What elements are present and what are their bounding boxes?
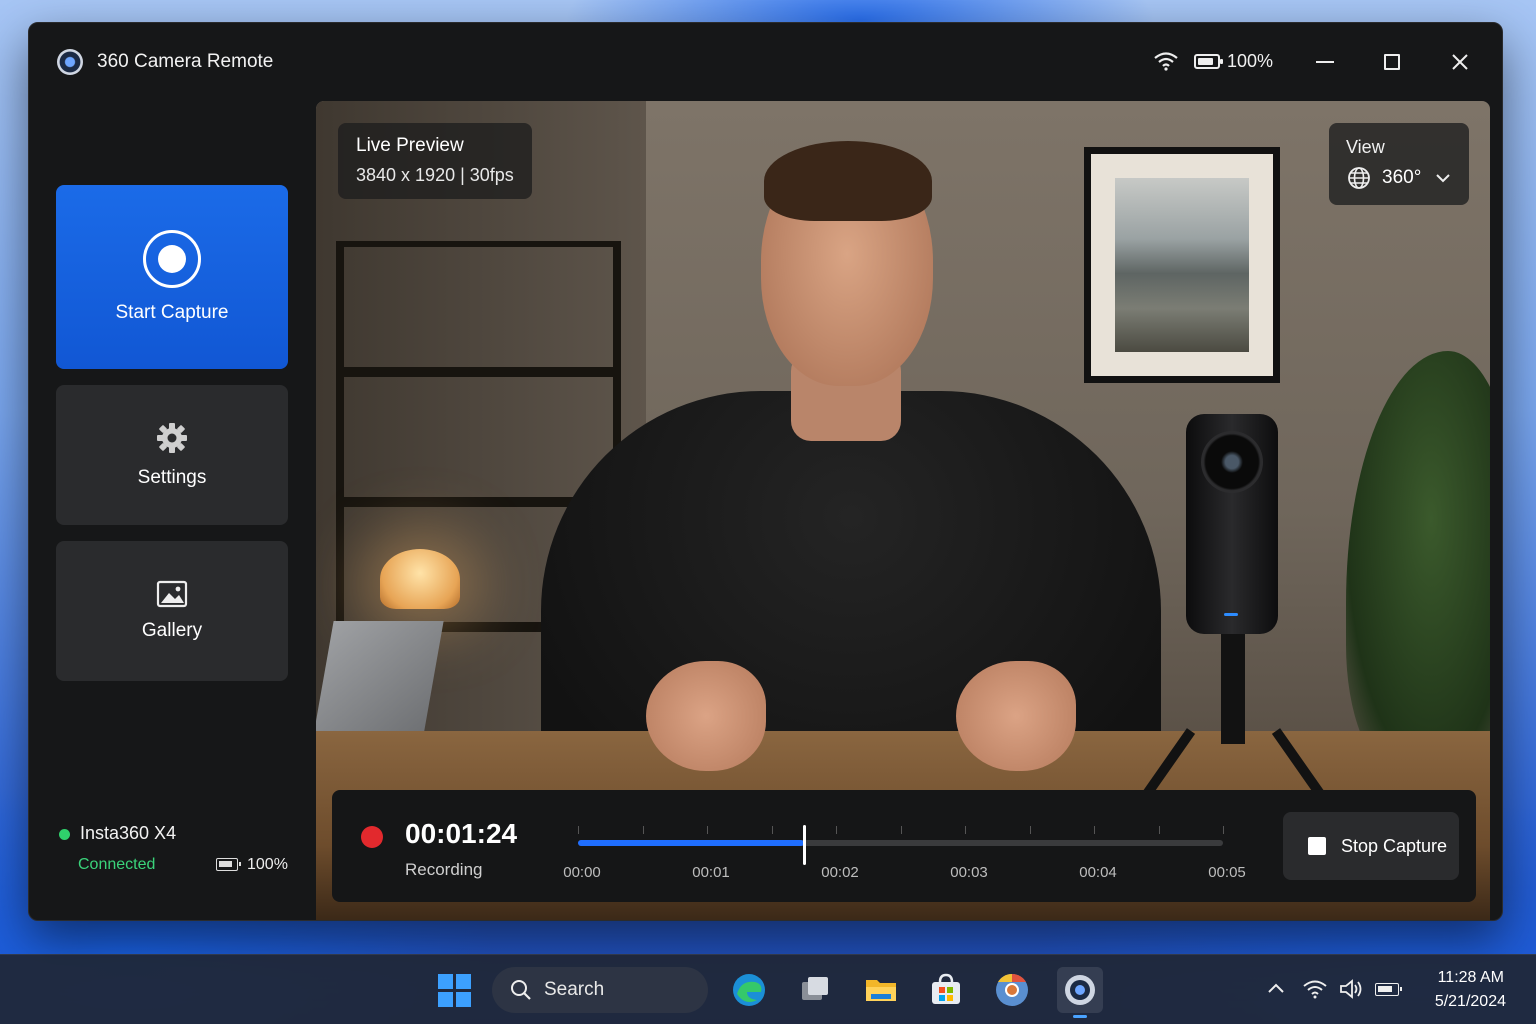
close-icon <box>1452 54 1468 70</box>
clock-time[interactable]: 11:28 AM <box>1432 969 1504 987</box>
gallery-label: Gallery <box>141 620 203 641</box>
plant-image <box>1346 351 1490 771</box>
device-battery-icon <box>216 858 241 871</box>
timeline-tick <box>578 826 579 834</box>
timeline-tick-label: 00:00 <box>563 864 601 881</box>
device-name: Insta360 X4 <box>80 823 177 843</box>
recording-status: Recording <box>405 860 483 879</box>
edge-browser-button[interactable] <box>726 967 772 1013</box>
folder-icon <box>866 980 896 1001</box>
title-bar: 360 Camera Remote 100% <box>29 23 1502 101</box>
tripod-image <box>1221 634 1245 744</box>
stop-capture-button[interactable]: Stop Capture <box>1283 812 1459 880</box>
clock-date[interactable]: 5/21/2024 <box>1422 993 1506 1011</box>
camera-app-icon <box>1065 975 1095 1005</box>
lamp-image <box>380 549 460 609</box>
taskbar: Search 11:28 AM 5/21/2024 <box>0 954 1536 1024</box>
settings-button[interactable]: Settings <box>56 385 288 525</box>
device-battery-percent: 100% <box>247 856 288 873</box>
taskbar-search[interactable]: Search <box>492 967 708 1013</box>
device-status: Insta360 X4 Connected 100% <box>59 823 289 883</box>
timeline-tick-label: 00:03 <box>950 864 988 881</box>
timeline-playhead[interactable] <box>802 825 806 865</box>
start-capture-button[interactable]: Start Capture <box>56 185 288 369</box>
view-label: View <box>1346 137 1385 157</box>
timeline-progress <box>578 840 804 846</box>
recording-timeline[interactable]: 00:00 00:01 00:02 00:03 00:04 00:05 <box>563 825 1246 881</box>
maximize-button[interactable] <box>1372 45 1412 79</box>
view-mode-dropdown[interactable]: View 360° <box>1329 123 1469 205</box>
gear-icon <box>157 423 187 453</box>
timeline-tick <box>642 826 644 834</box>
timeline-tick <box>1029 826 1031 834</box>
browser-icon <box>996 973 1028 1006</box>
camera-remote-app-button[interactable] <box>1057 967 1103 1013</box>
app-window: 360 Camera Remote 100% Start Capture Set… <box>28 22 1503 921</box>
preview-title: Live Preview <box>356 135 464 156</box>
record-icon <box>143 230 201 288</box>
timeline-tick <box>771 826 773 834</box>
close-button[interactable] <box>1440 45 1480 79</box>
timeline-tick <box>1223 826 1224 834</box>
chevron-up-icon[interactable] <box>1266 981 1286 995</box>
timeline-tick-label: 00:01 <box>692 864 730 881</box>
tray-battery-icon[interactable] <box>1375 983 1402 996</box>
edge-icon <box>733 974 765 1006</box>
battery-icon <box>1194 54 1223 69</box>
microsoft-store-button[interactable] <box>923 967 969 1013</box>
tray-wifi-icon[interactable] <box>1302 979 1328 999</box>
timeline-tick-label: 00:05 <box>1208 864 1246 881</box>
timeline-tick-label: 00:02 <box>821 864 859 881</box>
start-button[interactable] <box>431 967 477 1013</box>
start-capture-label: Start Capture <box>115 302 229 323</box>
device-connection-status: Connected <box>78 856 156 873</box>
volume-icon[interactable] <box>1338 977 1364 1001</box>
connected-indicator <box>59 829 70 840</box>
timeline-tick <box>1158 826 1160 834</box>
wifi-icon <box>1154 52 1178 71</box>
minimize-button[interactable] <box>1305 45 1345 79</box>
image-icon <box>156 580 188 608</box>
search-icon <box>511 980 531 1000</box>
chevron-down-icon <box>1436 174 1450 183</box>
store-icon <box>932 973 960 1004</box>
app-logo-icon <box>57 49 83 75</box>
task-view-icon <box>802 977 828 1000</box>
globe-icon <box>1348 167 1370 189</box>
maximize-icon <box>1384 54 1400 70</box>
file-explorer-button[interactable] <box>858 967 904 1013</box>
timeline-tick-label: 00:04 <box>1079 864 1117 881</box>
minimize-icon <box>1316 61 1334 63</box>
windows-logo-icon <box>437 973 471 1007</box>
timeline-tick <box>900 826 902 834</box>
wall-picture-image <box>1084 147 1280 383</box>
gallery-button[interactable]: Gallery <box>56 541 288 681</box>
app-title: 360 Camera Remote <box>97 51 274 72</box>
timeline-tick <box>836 826 837 834</box>
recording-time: 00:01:24 <box>405 818 518 849</box>
timeline-tick <box>965 826 966 834</box>
stop-icon <box>1308 837 1326 855</box>
browser-button[interactable] <box>989 967 1035 1013</box>
timeline-tick <box>1094 826 1095 834</box>
timeline-tick <box>707 826 708 834</box>
preview-resolution: 3840 x 1920 | 30fps <box>356 165 514 185</box>
stop-capture-label: Stop Capture <box>1341 836 1448 856</box>
settings-label: Settings <box>137 467 207 488</box>
task-view-button[interactable] <box>792 967 838 1013</box>
recording-bar: 00:01:24 Recording 00:00 00:01 00:02 00:03 0… <box>332 790 1476 902</box>
preview-info-overlay: Live Preview 3840 x 1920 | 30fps <box>338 123 532 199</box>
battery-percent: 100% <box>1227 51 1274 71</box>
active-app-indicator <box>1073 1015 1087 1018</box>
view-value: 360° <box>1382 167 1422 188</box>
recording-indicator <box>361 826 383 848</box>
search-label: Search <box>544 979 605 1000</box>
